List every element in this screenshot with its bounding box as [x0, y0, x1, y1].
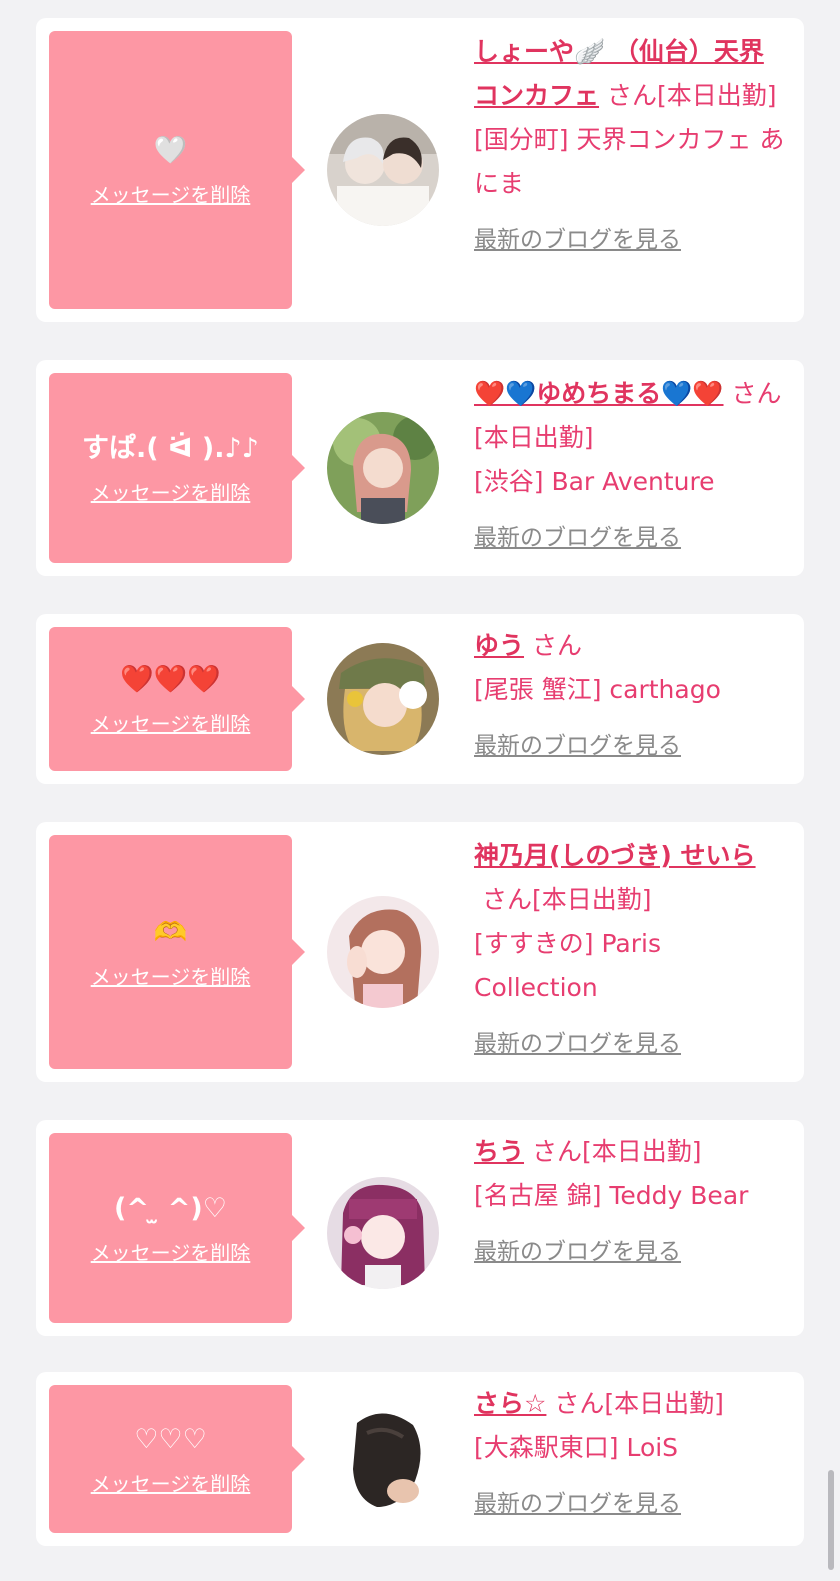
latest-blog-link[interactable]: 最新のブログを見る: [474, 1482, 681, 1526]
message-text: 🤍: [153, 134, 188, 166]
shop-name: [すすきの] Paris Collection: [474, 929, 661, 1002]
cast-name-link[interactable]: さら☆: [474, 1389, 546, 1418]
latest-blog-link[interactable]: 最新のブログを見る: [474, 516, 681, 560]
latest-blog-link[interactable]: 最新のブログを見る: [474, 1230, 681, 1274]
cast-info: ちう さん[本日出勤] [名古屋 錦] Teddy Bear 最新のブログを見る: [474, 1130, 786, 1274]
cast-status: さん[本日出勤]: [607, 81, 777, 110]
avatar[interactable]: [327, 643, 439, 755]
cast-name-link[interactable]: ちう: [474, 1137, 524, 1166]
cast-status: さん: [532, 631, 583, 660]
delete-message-link[interactable]: メッセージを削除: [91, 1237, 251, 1266]
message-bubble: 🫶 メッセージを削除: [49, 835, 305, 1069]
cast-name-link[interactable]: 神乃月(しのづき) せいら: [474, 841, 756, 870]
cast-name-link[interactable]: ゆう: [474, 631, 524, 660]
message-text: ❤️❤️❤️: [120, 663, 221, 695]
delete-message-link[interactable]: メッセージを削除: [91, 179, 251, 208]
message-bubble: (^ ̫ ^)♡ メッセージを削除: [49, 1133, 305, 1323]
cast-info: しょーや🪽 （仙台）天界コンカフェ さん[本日出勤] [国分町] 天界コンカフェ …: [474, 30, 786, 262]
cast-info: 神乃月(しのづき) せいらさん[本日出勤] [すすきの] Paris Colle…: [474, 834, 786, 1066]
avatar[interactable]: [327, 114, 439, 226]
latest-blog-link[interactable]: 最新のブログを見る: [474, 218, 681, 262]
latest-blog-link[interactable]: 最新のブログを見る: [474, 1022, 681, 1066]
avatar[interactable]: [327, 1403, 439, 1515]
delete-message-link[interactable]: メッセージを削除: [91, 1468, 251, 1497]
message-bubble: 🤍 メッセージを削除: [49, 31, 305, 309]
cast-status: さん[本日出勤]: [482, 885, 652, 914]
message-text: (^ ̫ ^)♡: [114, 1192, 227, 1224]
message-text: すぱ.( ᐛ ).♪♪: [82, 432, 259, 464]
cast-info: さら☆ さん[本日出勤] [大森駅東口] LoiS 最新のブログを見る: [474, 1382, 786, 1526]
scrollbar[interactable]: [828, 1470, 834, 1570]
message-card: ♡♡♡ メッセージを削除 さら☆ さん[本日出勤] [大森駅東口] LoiS 最新…: [36, 1372, 804, 1546]
delete-message-link[interactable]: メッセージを削除: [91, 708, 251, 737]
avatar[interactable]: [327, 1177, 439, 1289]
avatar[interactable]: [327, 412, 439, 524]
shop-name: [国分町] 天界コンカフェ あにま: [474, 125, 785, 198]
shop-name: [渋谷] Bar Aventure: [474, 467, 715, 496]
shop-name: [名古屋 錦] Teddy Bear: [474, 1181, 749, 1210]
message-card: 🤍 メッセージを削除 しょーや🪽 （仙台）天界コンカフェ さん[本日出勤] [国分…: [36, 18, 804, 322]
message-card: (^ ̫ ^)♡ メッセージを削除 ちう さん[本日出勤] [名古屋 錦] Ted…: [36, 1120, 804, 1336]
cast-info: ゆう さん [尾張 蟹江] carthago 最新のブログを見る: [474, 624, 786, 768]
cast-info: ❤️💙ゆめちまる💙❤️ さん[本日出勤] [渋谷] Bar Aventure 最新…: [474, 372, 786, 560]
message-card: すぱ.( ᐛ ).♪♪ メッセージを削除 ❤️💙ゆめちまる💙❤️ さん[本日出勤]…: [36, 360, 804, 576]
delete-message-link[interactable]: メッセージを削除: [91, 961, 251, 990]
avatar[interactable]: [327, 896, 439, 1008]
message-bubble: ❤️❤️❤️ メッセージを削除: [49, 627, 305, 771]
delete-message-link[interactable]: メッセージを削除: [91, 477, 251, 506]
shop-name: [尾張 蟹江] carthago: [474, 675, 721, 704]
message-bubble: ♡♡♡ メッセージを削除: [49, 1385, 305, 1533]
message-card: 🫶 メッセージを削除 神乃月(しのづき) せいらさん[本日出勤] [すすきの] …: [36, 822, 804, 1082]
cast-status: さん[本日出勤]: [554, 1389, 724, 1418]
cast-name-link[interactable]: ❤️💙ゆめちまる💙❤️: [474, 379, 724, 408]
message-card: ❤️❤️❤️ メッセージを削除 ゆう さん [尾張 蟹江] carthago 最新…: [36, 614, 804, 784]
message-text: ♡♡♡: [134, 1423, 207, 1455]
cast-status: さん[本日出勤]: [532, 1137, 702, 1166]
message-bubble: すぱ.( ᐛ ).♪♪ メッセージを削除: [49, 373, 305, 563]
latest-blog-link[interactable]: 最新のブログを見る: [474, 724, 681, 768]
shop-name: [大森駅東口] LoiS: [474, 1433, 679, 1462]
message-text: 🫶: [153, 916, 188, 948]
